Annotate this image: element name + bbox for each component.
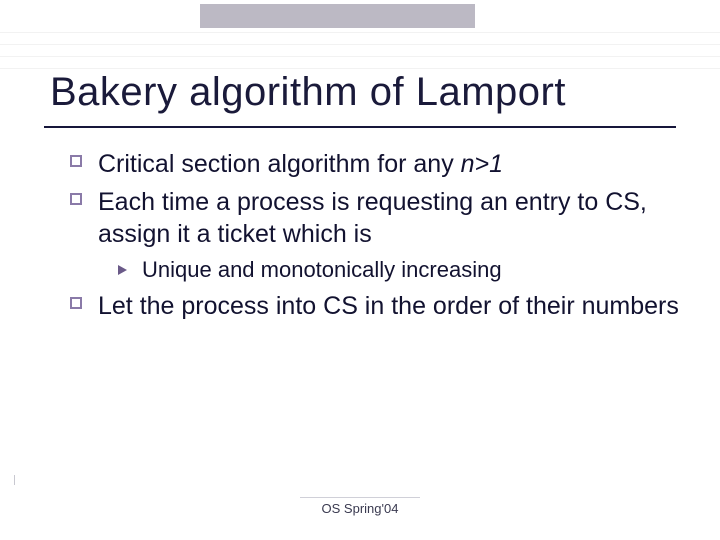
bullet-3: Let the process into CS in the order of … bbox=[70, 290, 680, 322]
bullet-2-text: Each time a process is requesting an ent… bbox=[98, 188, 647, 248]
triangle-bullet-icon bbox=[118, 265, 127, 275]
top-accent-bar bbox=[200, 4, 475, 28]
bullet-1-text: Critical section algorithm for any bbox=[98, 150, 461, 178]
square-bullet-icon bbox=[70, 297, 82, 309]
title-underline bbox=[44, 126, 676, 128]
slide: Bakery algorithm of Lamport Critical sec… bbox=[0, 0, 720, 540]
bullet-2-sub: Unique and monotonically increasing bbox=[70, 256, 680, 284]
bullet-3-text: Let the process into CS in the order of … bbox=[98, 292, 679, 320]
slide-footer: OS Spring'04 bbox=[0, 501, 720, 516]
bullet-2: Each time a process is requesting an ent… bbox=[70, 186, 680, 250]
decorative-tick bbox=[14, 475, 15, 485]
square-bullet-icon bbox=[70, 155, 82, 167]
square-bullet-icon bbox=[70, 193, 82, 205]
bullet-2-sub-text: Unique and monotonically increasing bbox=[142, 257, 502, 282]
bullet-1: Critical section algorithm for any n>1 bbox=[70, 148, 680, 180]
bullet-1-em: n>1 bbox=[461, 150, 503, 178]
slide-title: Bakery algorithm of Lamport bbox=[50, 70, 566, 115]
slide-body: Critical section algorithm for any n>1 E… bbox=[70, 148, 680, 328]
footer-divider bbox=[300, 497, 420, 498]
